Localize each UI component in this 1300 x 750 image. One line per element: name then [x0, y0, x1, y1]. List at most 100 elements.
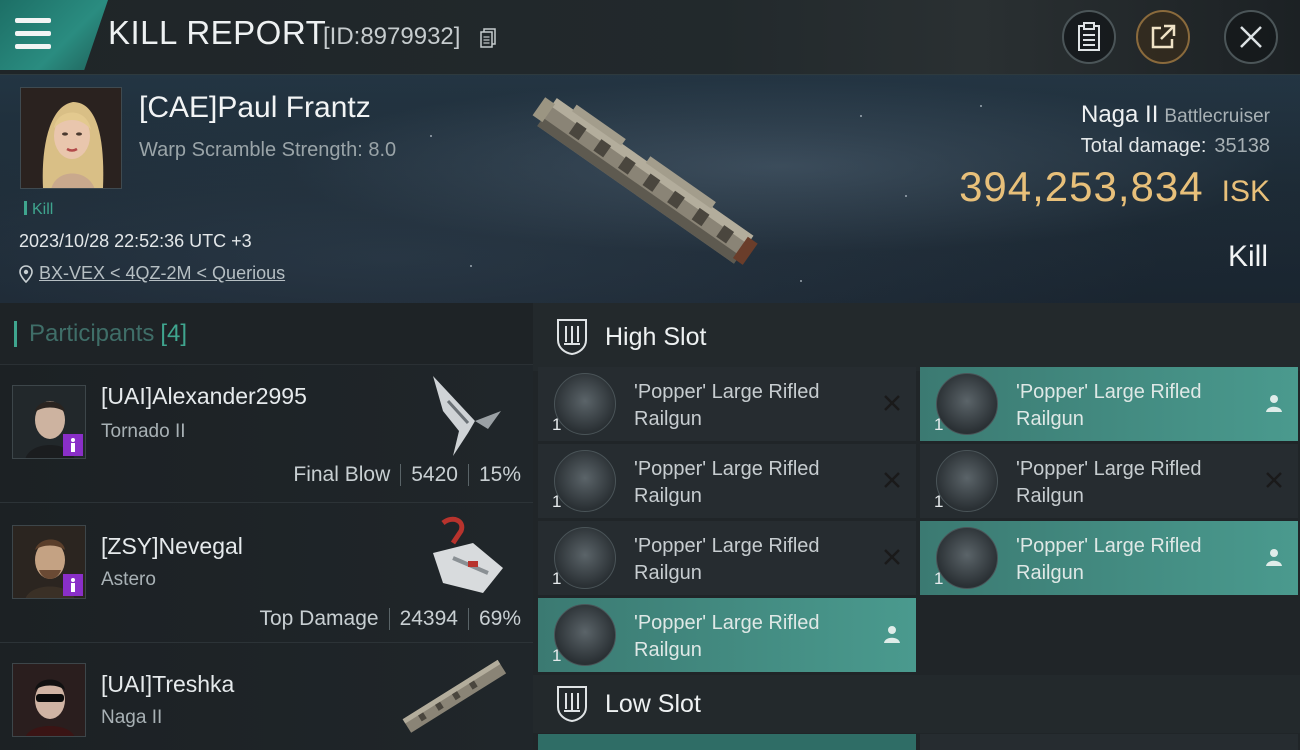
kill-result: Kill: [1227, 240, 1268, 273]
dropped-person-icon: [1266, 549, 1282, 566]
victim-name[interactable]: [CAE]Paul Frantz: [139, 91, 371, 125]
module-item[interactable]: 1 'Popper' Large Rifled Railgun: [538, 367, 916, 441]
module-name: 'Popper' Large Rifled Railgun: [634, 612, 820, 661]
railgun-module-icon: [936, 373, 998, 435]
participant-percent: 69%: [478, 607, 521, 630]
module-quantity: 1: [552, 646, 562, 665]
destroyed-x-icon: [884, 472, 900, 488]
total-damage-label: Total damage:: [1080, 135, 1207, 157]
copy-icon[interactable]: [480, 28, 496, 48]
close-icon: [1240, 26, 1262, 48]
participant-damage: 5420: [411, 463, 458, 486]
module-quantity: 1: [934, 569, 944, 588]
railgun-module-icon: [554, 527, 616, 589]
participant-ship: Astero: [101, 569, 156, 590]
location-link[interactable]: BX-VEX < 4QZ-2M < Querious: [39, 263, 285, 284]
participant-name[interactable]: [UAI]Alexander2995: [101, 383, 307, 410]
module-name: 'Popper' Large Rifled Railgun: [634, 458, 820, 507]
corp-badge-icon: [63, 574, 83, 596]
victim-summary: [CAE]Paul Frantz Warp Scramble Strength:…: [0, 75, 1300, 303]
participant-role: Final Blow: [293, 463, 391, 486]
module-name: 'Popper' Large Rifled Railgun: [1016, 535, 1202, 584]
participants-count: [4]: [160, 319, 188, 347]
destroyed-x-icon: [884, 549, 900, 565]
module-quantity: 1: [552, 492, 562, 511]
isk-value-line: 394,253,834 ISK: [959, 163, 1270, 211]
top-bar: KILL REPORT [ID:8979932]: [0, 0, 1300, 75]
participant-stats: Top Damage 24394 69%: [259, 607, 521, 631]
kill-location[interactable]: BX-VEX < 4QZ-2M < Querious: [19, 263, 285, 284]
high-slot-icon: [557, 319, 587, 356]
module-item[interactable]: 1 'Popper' Large Rifled Railgun: [920, 444, 1298, 518]
railgun-module-icon: [936, 450, 998, 512]
total-damage-value: 35138: [1214, 135, 1270, 157]
participant-ship-image[interactable]: [413, 371, 513, 461]
isk-value: 394,253,834: [959, 163, 1204, 210]
dropped-person-icon: [884, 626, 900, 643]
participant-stats: Final Blow 5420 15%: [293, 463, 521, 487]
participant-row[interactable]: [ZSY]Nevegal Astero Top Damage 24394 69%: [0, 503, 533, 643]
participant-row[interactable]: [UAI]Alexander2995 Tornado II Final Blow…: [0, 365, 533, 503]
module-item[interactable]: 1 'Popper' Large Rifled Railgun: [920, 367, 1298, 441]
module-quantity: 1: [552, 415, 562, 434]
victim-ship-image[interactable]: [515, 87, 780, 277]
participant-row[interactable]: [UAI]Treshka Naga II: [0, 643, 533, 750]
module-item[interactable]: 1 'Popper' Large Rifled Railgun: [538, 444, 916, 518]
module-item[interactable]: 1 'Popper' Large Rifled Railgun: [538, 521, 916, 595]
module-name: 'Popper' Large Rifled Railgun: [634, 381, 820, 430]
share-export-button[interactable]: [1136, 10, 1190, 64]
participant-ship-image[interactable]: [393, 651, 513, 741]
module-quantity: 1: [552, 569, 562, 588]
low-slot-icon: [557, 686, 587, 723]
dropped-person-icon: [1266, 395, 1282, 412]
total-damage: Total damage: 35138: [1081, 135, 1270, 158]
module-item[interactable]: 1 'Popper' Large Rifled Railgun: [920, 521, 1298, 595]
module-name: 'Popper' Large Rifled Railgun: [634, 535, 820, 584]
participant-ship-image[interactable]: [413, 513, 513, 603]
participant-avatar[interactable]: [12, 663, 86, 737]
corp-badge-icon: [63, 434, 83, 456]
close-button[interactable]: [1224, 10, 1278, 64]
participant-ship: Tornado II: [101, 421, 186, 442]
destroyed-x-icon: [884, 395, 900, 411]
external-share-icon: [1151, 24, 1176, 49]
isk-unit: ISK: [1221, 175, 1270, 208]
low-slot-label: Low Slot: [605, 689, 701, 718]
module-quantity: 1: [934, 492, 944, 511]
victim-ship-name[interactable]: Naga II: [1081, 101, 1158, 128]
railgun-module-icon: [554, 604, 616, 666]
participant-avatar[interactable]: [12, 525, 86, 599]
railgun-module-icon: [554, 450, 616, 512]
participant-avatar[interactable]: [12, 385, 86, 459]
victim-ship-class: Battlecruiser: [1164, 106, 1270, 127]
low-slot-module-partial[interactable]: [920, 734, 1298, 750]
low-slot-module-partial[interactable]: [538, 734, 916, 750]
clipboard-icon: [1078, 22, 1100, 51]
module-item[interactable]: 1 'Popper' Large Rifled Railgun: [538, 598, 916, 672]
kill-timestamp: 2023/10/28 22:52:36 UTC +3: [19, 231, 252, 251]
victim-ship-type: Naga II Battlecruiser: [1081, 101, 1270, 129]
menu-button[interactable]: [0, 0, 108, 70]
warp-scramble-strength: Warp Scramble Strength: 8.0: [139, 139, 397, 161]
participant-ship: Naga II: [101, 707, 163, 728]
participant-role: Top Damage: [259, 607, 379, 630]
participants-header: Participants [4]: [0, 303, 533, 365]
participant-percent: 15%: [478, 463, 521, 486]
location-pin-icon: [19, 264, 33, 283]
page-title: KILL REPORT: [108, 14, 327, 51]
high-slot-label: High Slot: [605, 322, 707, 351]
clipboard-report-button[interactable]: [1062, 10, 1116, 64]
railgun-module-icon: [554, 373, 616, 435]
participant-damage: 24394: [399, 607, 458, 630]
participants-label: Participants: [29, 319, 155, 347]
module-name: 'Popper' Large Rifled Railgun: [1016, 381, 1202, 430]
participant-name[interactable]: [UAI]Treshka: [101, 671, 234, 698]
participant-name[interactable]: [ZSY]Nevegal: [101, 533, 243, 560]
destroyed-x-icon: [1266, 472, 1282, 488]
low-slot-header: Low Slot: [533, 675, 1300, 733]
victim-portrait[interactable]: [20, 87, 122, 189]
kill-id: [ID:8979932]: [323, 23, 461, 50]
module-name: 'Popper' Large Rifled Railgun: [1016, 458, 1202, 507]
high-slot-header: High Slot: [533, 303, 1300, 371]
kill-tag: Kill: [24, 201, 53, 219]
